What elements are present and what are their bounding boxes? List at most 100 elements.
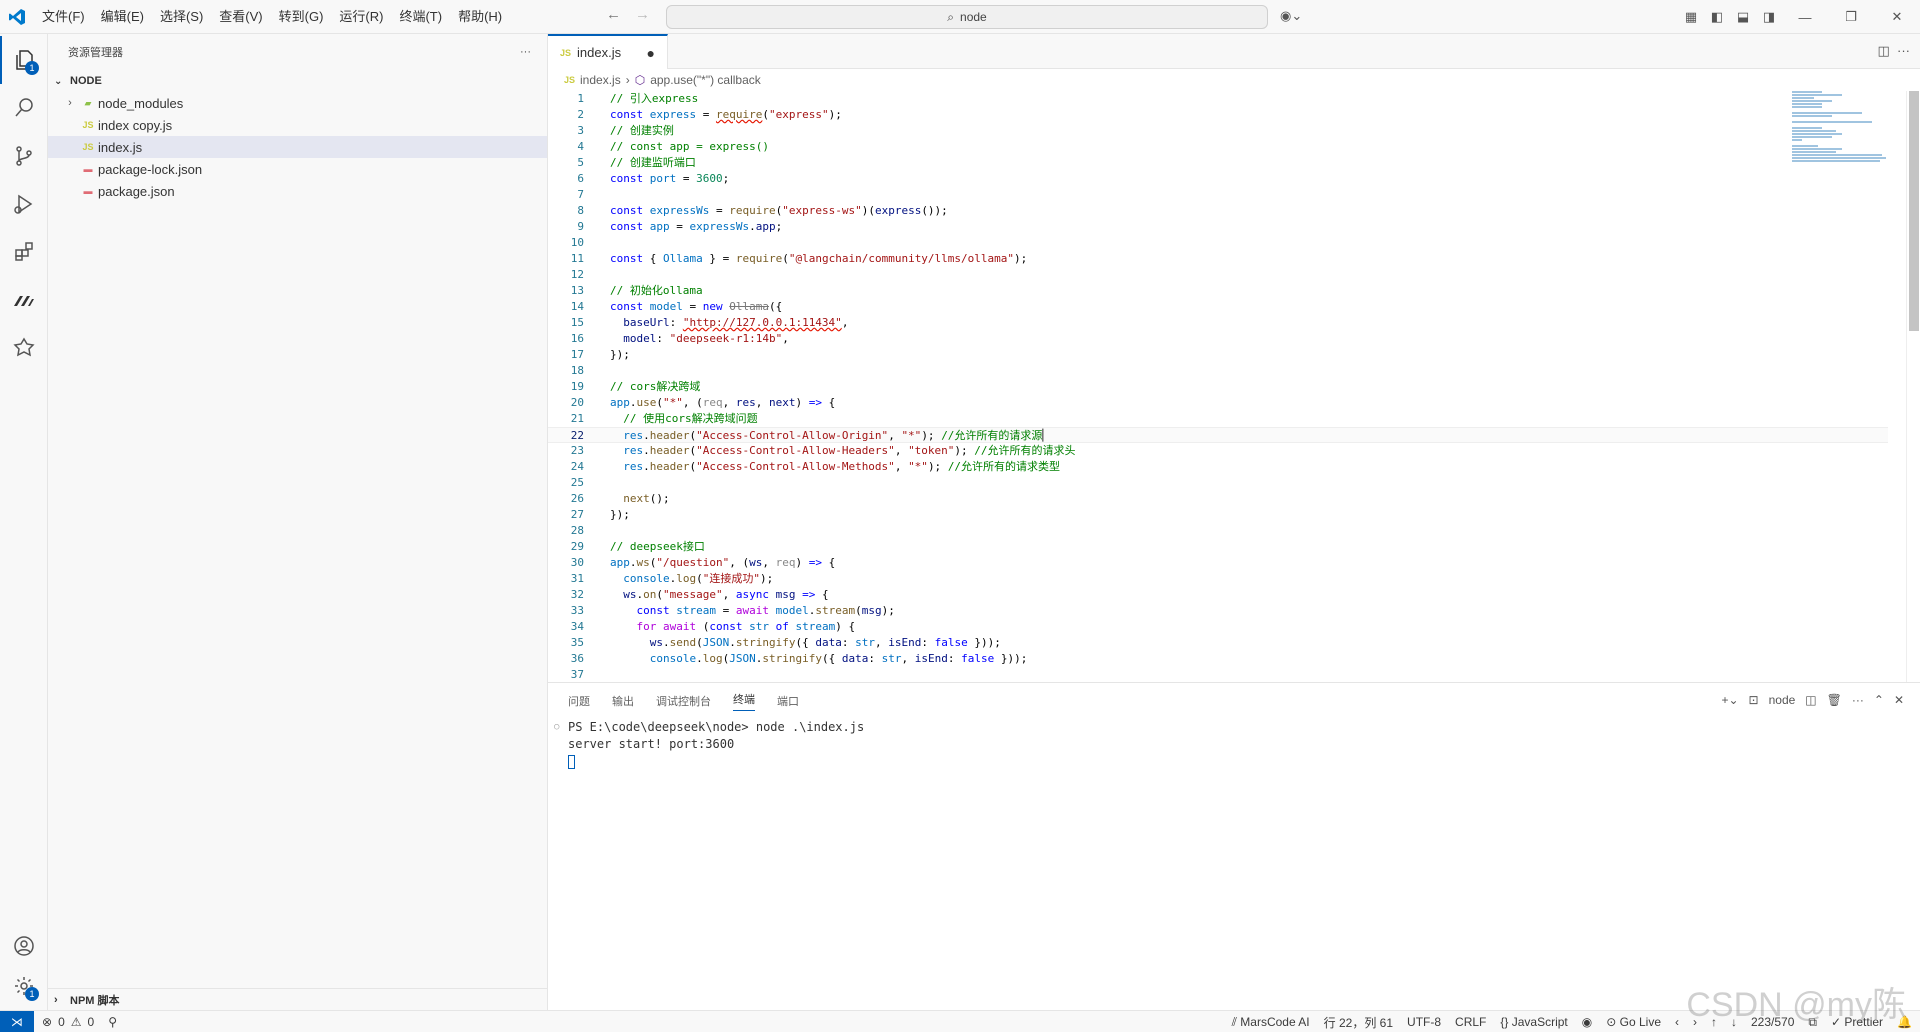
code-line: 29// deepseek接口: [570, 540, 705, 553]
minimap[interactable]: [1792, 91, 1888, 211]
code-line: 33 const stream = await model.stream(msg…: [570, 604, 895, 617]
unsaved-dot-icon[interactable]: ●: [647, 45, 655, 61]
copilot-icon[interactable]: ◉⌄: [1280, 8, 1302, 24]
editor-scrollbar[interactable]: [1906, 91, 1920, 682]
minimize-button[interactable]: —: [1782, 10, 1828, 25]
terminal-line: server start! port:3600: [568, 737, 735, 751]
command-center-search[interactable]: ⌕ node: [666, 5, 1268, 29]
code-line: 18: [570, 364, 584, 377]
marscode-status[interactable]: ⫽ MarsCode AI: [1232, 1015, 1310, 1030]
explorer-icon[interactable]: 1: [0, 36, 48, 84]
menu-go[interactable]: 转到(G): [271, 0, 332, 34]
tab-debug-console[interactable]: 调试控制台: [656, 693, 711, 709]
errors-icon[interactable]: ⊗: [42, 1015, 52, 1029]
back-arrow-icon[interactable]: ←: [606, 6, 621, 23]
customize-layout-icon[interactable]: ▦: [1678, 9, 1704, 25]
code-line: 27});: [570, 508, 630, 521]
menu-selection[interactable]: 选择(S): [152, 0, 211, 34]
run-debug-icon[interactable]: [0, 180, 48, 228]
terminal[interactable]: ○ PS E:\code\deepseek\node> node .\index.…: [548, 719, 1920, 1011]
tab-index-js[interactable]: JS index.js ●: [548, 34, 668, 69]
code-line: 21 // 使用cors解决跨域问题: [570, 412, 758, 425]
breadcrumb-symbol[interactable]: app.use("*") callback: [650, 73, 761, 87]
tree-item-node-modules[interactable]: › ▰ node_modules: [48, 92, 547, 114]
tree-item-label: index.js: [98, 139, 143, 155]
terminal-cursor-line: [548, 753, 1920, 770]
go-live-button[interactable]: ⊙ Go Live: [1606, 1015, 1661, 1029]
code-line: 19// cors解决跨域: [570, 380, 701, 393]
more-icon[interactable]: ···: [1852, 693, 1864, 707]
restore-button[interactable]: ❐: [1828, 9, 1874, 25]
marscode-icon[interactable]: [0, 276, 48, 324]
code-line: 11 const { Ollama } = require("@langchain…: [570, 252, 1028, 265]
encoding[interactable]: UTF-8: [1407, 1015, 1441, 1029]
error-count[interactable]: 0: [58, 1015, 65, 1029]
warning-icon[interactable]: ⚠: [71, 1015, 82, 1029]
command-decoration-icon: ○: [554, 722, 560, 732]
code-line: 20 app.use("*", (req, res, next) => {: [570, 396, 836, 409]
code-line: 32 ws.on("message", async msg => {: [570, 588, 829, 601]
menu-view[interactable]: 查看(V): [211, 0, 270, 34]
code-line: 25: [570, 476, 584, 489]
testing-icon[interactable]: [0, 324, 48, 372]
trash-icon[interactable]: 🗑: [1827, 693, 1842, 707]
toggle-sidebar-icon[interactable]: ◧: [1704, 9, 1730, 25]
forward-arrow-icon[interactable]: →: [635, 6, 650, 23]
tab-ports[interactable]: 端口: [777, 693, 799, 709]
code-line: 23 res.header("Access-Control-Allow-Head…: [570, 444, 1076, 457]
breadcrumb-file[interactable]: index.js: [580, 73, 621, 87]
panel-actions: +⌄ ⊡ node ◫ 🗑 ··· ⌃ ✕: [1721, 693, 1904, 707]
tab-output[interactable]: 输出: [612, 693, 634, 709]
close-panel-icon[interactable]: ✕: [1894, 693, 1904, 707]
panel-tabs: 问题 输出 调试控制台 终端 端口: [548, 683, 1920, 719]
code-line: 2 const express = require("express");: [577, 108, 842, 121]
tree-item-package-lock-json[interactable]: ▬ package-lock.json: [48, 158, 547, 180]
watermark: CSDN @my陈: [1686, 986, 1906, 1024]
js-file-icon: JS: [82, 120, 94, 130]
tab-terminal[interactable]: 终端: [733, 691, 755, 711]
code-line: 17});: [570, 348, 630, 361]
tree-item-index-js[interactable]: JS index.js: [48, 136, 547, 158]
chevron-right-icon: ›: [54, 993, 58, 1006]
warning-count[interactable]: 0: [88, 1015, 95, 1029]
menu-run[interactable]: 运行(R): [331, 0, 391, 34]
tab-problems[interactable]: 问题: [568, 693, 590, 709]
toggle-secondary-sidebar-icon[interactable]: ◨: [1756, 9, 1782, 25]
code-line: 9 const app = expressWs.app;: [577, 220, 783, 233]
menu-terminal[interactable]: 终端(T): [391, 0, 450, 34]
workspace-section-header[interactable]: ⌄ NODE: [48, 70, 547, 92]
menu-file[interactable]: 文件(F): [34, 0, 93, 34]
tree-item-label: package-lock.json: [98, 161, 203, 177]
end-of-line[interactable]: CRLF: [1455, 1015, 1486, 1029]
prev-icon[interactable]: ‹: [1675, 1015, 1679, 1029]
ports-icon[interactable]: ⚲: [108, 1015, 117, 1029]
code-editor[interactable]: 1// 引入express 2 const express = require("…: [548, 91, 1888, 682]
folder-icon: ▰: [84, 97, 92, 108]
code-line: 28: [570, 524, 584, 537]
search-view-icon[interactable]: [0, 84, 48, 132]
source-control-icon[interactable]: [0, 132, 48, 180]
npm-scripts-section[interactable]: › NPM 脚本: [48, 988, 547, 1010]
split-editor-icon[interactable]: ◫ ···: [1878, 43, 1911, 59]
terminal-name[interactable]: node: [1769, 693, 1796, 707]
status-bar: ⋊ ⊗ 0 ⚠ 0 ⚲ ⫽ MarsCode AI 行 22，列 61 UTF-…: [0, 1010, 1920, 1032]
braces-icon: {}: [1500, 1015, 1512, 1029]
more-actions-icon[interactable]: ···: [520, 46, 531, 58]
remote-indicator-icon[interactable]: ⋊: [0, 1010, 34, 1032]
extensions-icon[interactable]: [0, 228, 48, 276]
cursor-position[interactable]: 行 22，列 61: [1324, 1014, 1393, 1031]
menu-help[interactable]: 帮助(H): [450, 0, 510, 34]
tree-item-package-json[interactable]: ▬ package.json: [48, 180, 547, 202]
scrollbar-thumb[interactable]: [1909, 91, 1919, 331]
tree-item-index-copy-js[interactable]: JS index copy.js: [48, 114, 547, 136]
menu-edit[interactable]: 编辑(E): [93, 0, 152, 34]
npm-scripts-label: NPM 脚本: [70, 994, 120, 1007]
manage-gear-icon[interactable]: 1: [0, 962, 48, 1010]
language-mode[interactable]: {} JavaScript: [1500, 1015, 1567, 1029]
new-terminal-icon[interactable]: +⌄: [1721, 693, 1738, 707]
close-window-button[interactable]: ✕: [1874, 9, 1920, 25]
maximize-panel-icon[interactable]: ⌃: [1874, 693, 1884, 707]
copilot-status-icon[interactable]: ◉: [1582, 1015, 1592, 1029]
split-terminal-icon[interactable]: ◫: [1805, 693, 1816, 707]
toggle-panel-icon[interactable]: ⬓: [1730, 9, 1756, 25]
